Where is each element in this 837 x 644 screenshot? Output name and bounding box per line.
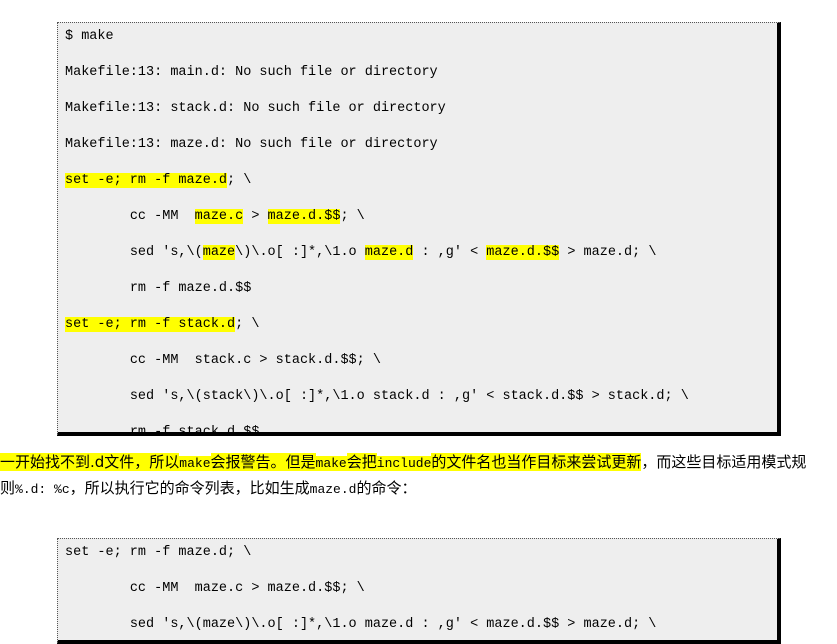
highlighted-text: make xyxy=(179,456,211,471)
code-line: sed 's,\(maze\)\.o[ :]*,\1.o maze.d : ,g… xyxy=(65,244,773,262)
code-line: set -e; rm -f maze.d; \ xyxy=(65,544,773,562)
page-root: $ make Makefile:13: main.d: No such file… xyxy=(0,0,837,644)
code-line: rm -f stack.d.$$ xyxy=(65,424,773,436)
highlighted-text: set -e; rm -f stack.d xyxy=(65,316,236,332)
code-text: ; \ xyxy=(340,208,365,224)
code-text: sed 's,\(maze\)\.o[ :]*,\1.o maze.d : ,g… xyxy=(65,616,657,632)
explanation-paragraph: 一开始找不到.d文件，所以make会报警告。但是make会把include的文件… xyxy=(0,450,837,502)
code-line: cc -MM maze.c > maze.d.$$; \ xyxy=(65,580,773,598)
highlighted-text: maze.d.$$ xyxy=(267,208,341,224)
highlighted-text: 一开始找不到.d文件，所以 xyxy=(0,453,180,471)
paragraph-text: ，所以执行它的命令列表，比如生成 xyxy=(69,479,310,497)
highlighted-text: include xyxy=(376,456,432,471)
code-text: sed 's,\( xyxy=(65,244,203,260)
code-text: \)\.o[ :]*,\1.o xyxy=(235,244,365,260)
code-line: $ make xyxy=(65,28,773,46)
code-text: cc -MM xyxy=(65,208,195,224)
code-line: set -e; rm -f maze.d; \ xyxy=(65,172,773,190)
code-text: cc -MM maze.c > maze.d.$$; \ xyxy=(65,580,365,596)
code-text: rm -f maze.d.$$ xyxy=(65,280,252,296)
code-text: set -e; rm -f maze.d; \ xyxy=(65,544,252,560)
code-block-maze-rule[interactable]: set -e; rm -f maze.d; \ cc -MM maze.c > … xyxy=(57,537,781,644)
highlighted-text: make xyxy=(315,456,347,471)
code-text: > xyxy=(243,208,268,224)
highlighted-text: set -e; rm -f maze.d xyxy=(65,172,228,188)
highlighted-text: 的文件名也当作目标来尝试更新 xyxy=(431,453,642,471)
code-text: $ make xyxy=(65,28,114,44)
paragraph-text: 的命令： xyxy=(356,479,417,497)
code-text: sed 's,\(stack\)\.o[ :]*,\1.o stack.d : … xyxy=(65,388,689,404)
highlighted-text: maze.c xyxy=(194,208,244,224)
code-line: rm -f maze.d.$$ xyxy=(65,280,773,298)
code-text: cc -MM stack.c > stack.d.$$; \ xyxy=(65,352,381,368)
highlighted-text: maze.d.$$ xyxy=(486,244,560,260)
inline-code: %.d: %c xyxy=(15,482,70,497)
code-line: cc -MM stack.c > stack.d.$$; \ xyxy=(65,352,773,370)
code-line: Makefile:13: maze.d: No such file or dir… xyxy=(65,136,773,154)
code-line: sed 's,\(stack\)\.o[ :]*,\1.o stack.d : … xyxy=(65,388,773,406)
highlighted-text: 会报警告。但是 xyxy=(210,453,316,471)
code-text: Makefile:13: main.d: No such file or dir… xyxy=(65,64,438,80)
highlighted-text: maze.d xyxy=(364,244,414,260)
code-line: Makefile:13: main.d: No such file or dir… xyxy=(65,64,773,82)
code-line: cc -MM maze.c > maze.d.$$; \ xyxy=(65,208,773,226)
code-line: sed 's,\(maze\)\.o[ :]*,\1.o maze.d : ,g… xyxy=(65,616,773,634)
code-text: > maze.d; \ xyxy=(559,244,657,260)
code-text: ; \ xyxy=(235,316,260,332)
highlighted-text: maze xyxy=(202,244,236,260)
code-line: Makefile:13: stack.d: No such file or di… xyxy=(65,100,773,118)
code-text: : ,g' < xyxy=(413,244,487,260)
code-line: set -e; rm -f stack.d; \ xyxy=(65,316,773,334)
code-text: ; \ xyxy=(227,172,252,188)
inline-code: maze.d xyxy=(309,482,357,497)
code-block-make-output[interactable]: $ make Makefile:13: main.d: No such file… xyxy=(57,21,781,436)
code-text: Makefile:13: stack.d: No such file or di… xyxy=(65,100,446,116)
code-text: Makefile:13: maze.d: No such file or dir… xyxy=(65,136,438,152)
highlighted-text: 会把 xyxy=(346,453,377,471)
code-text: rm -f stack.d.$$ xyxy=(65,424,260,436)
